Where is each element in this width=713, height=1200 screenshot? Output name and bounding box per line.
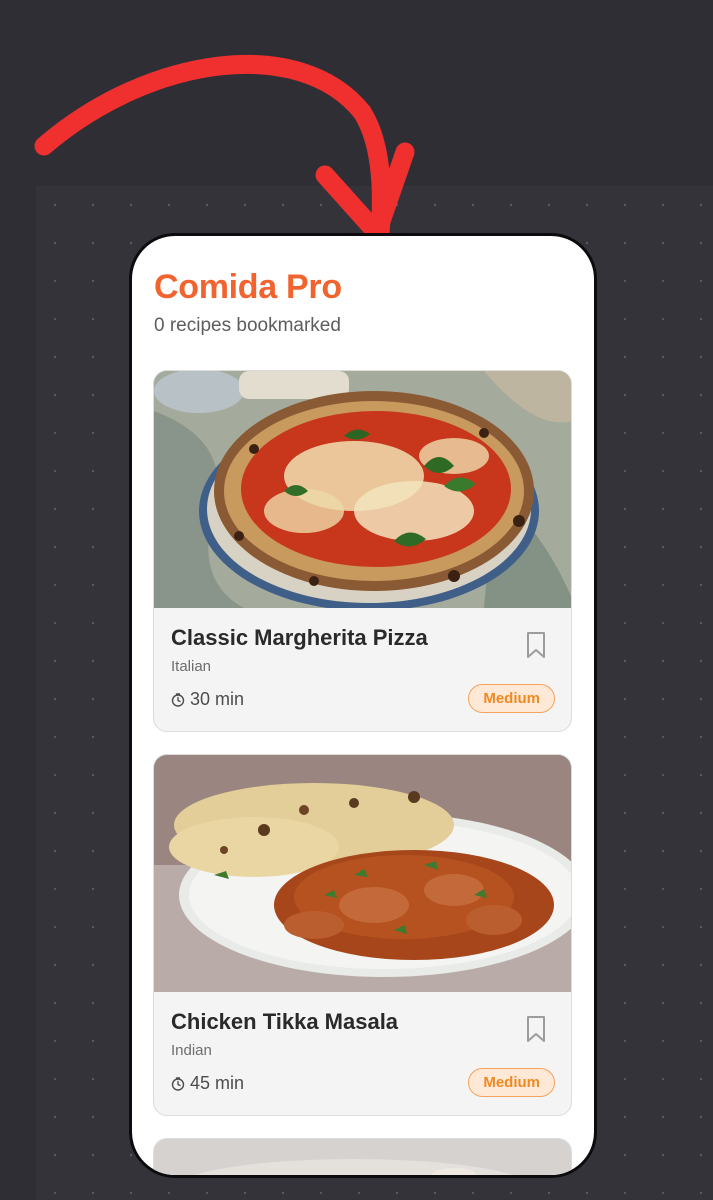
bookmark-count: 0 recipes bookmarked: [154, 315, 341, 336]
app-title: Comida Pro: [154, 268, 342, 306]
recipe-image-partial: [154, 1139, 571, 1175]
recipe-image-pizza: [154, 371, 571, 608]
recipe-card[interactable]: Chicken Tikka Masala Indian 45 min Mediu…: [153, 754, 572, 1116]
phone-frame: Comida Pro 0 recipes bookmarked Classic …: [129, 233, 597, 1178]
recipe-time-label: 30 min: [190, 689, 245, 709]
clock-icon: [171, 692, 185, 707]
recipe-time: 45 min: [171, 1073, 244, 1094]
bookmark-icon[interactable]: [525, 631, 547, 659]
recipe-title: Chicken Tikka Masala: [171, 1009, 399, 1034]
bookmark-icon[interactable]: [525, 1015, 547, 1043]
recipe-cuisine: Indian: [171, 1042, 212, 1059]
difficulty-badge: Medium: [468, 684, 555, 713]
recipe-cuisine: Italian: [171, 658, 212, 675]
recipe-title: Classic Margherita Pizza: [171, 625, 428, 650]
recipe-time-label: 45 min: [190, 1073, 245, 1093]
recipe-card[interactable]: [153, 1138, 572, 1175]
clock-icon: [171, 1076, 185, 1091]
difficulty-badge: Medium: [468, 1068, 555, 1097]
recipe-card[interactable]: Classic Margherita Pizza Italian 30 min …: [153, 370, 572, 732]
recipe-time: 30 min: [171, 689, 244, 710]
recipe-image-curry: [154, 755, 571, 992]
